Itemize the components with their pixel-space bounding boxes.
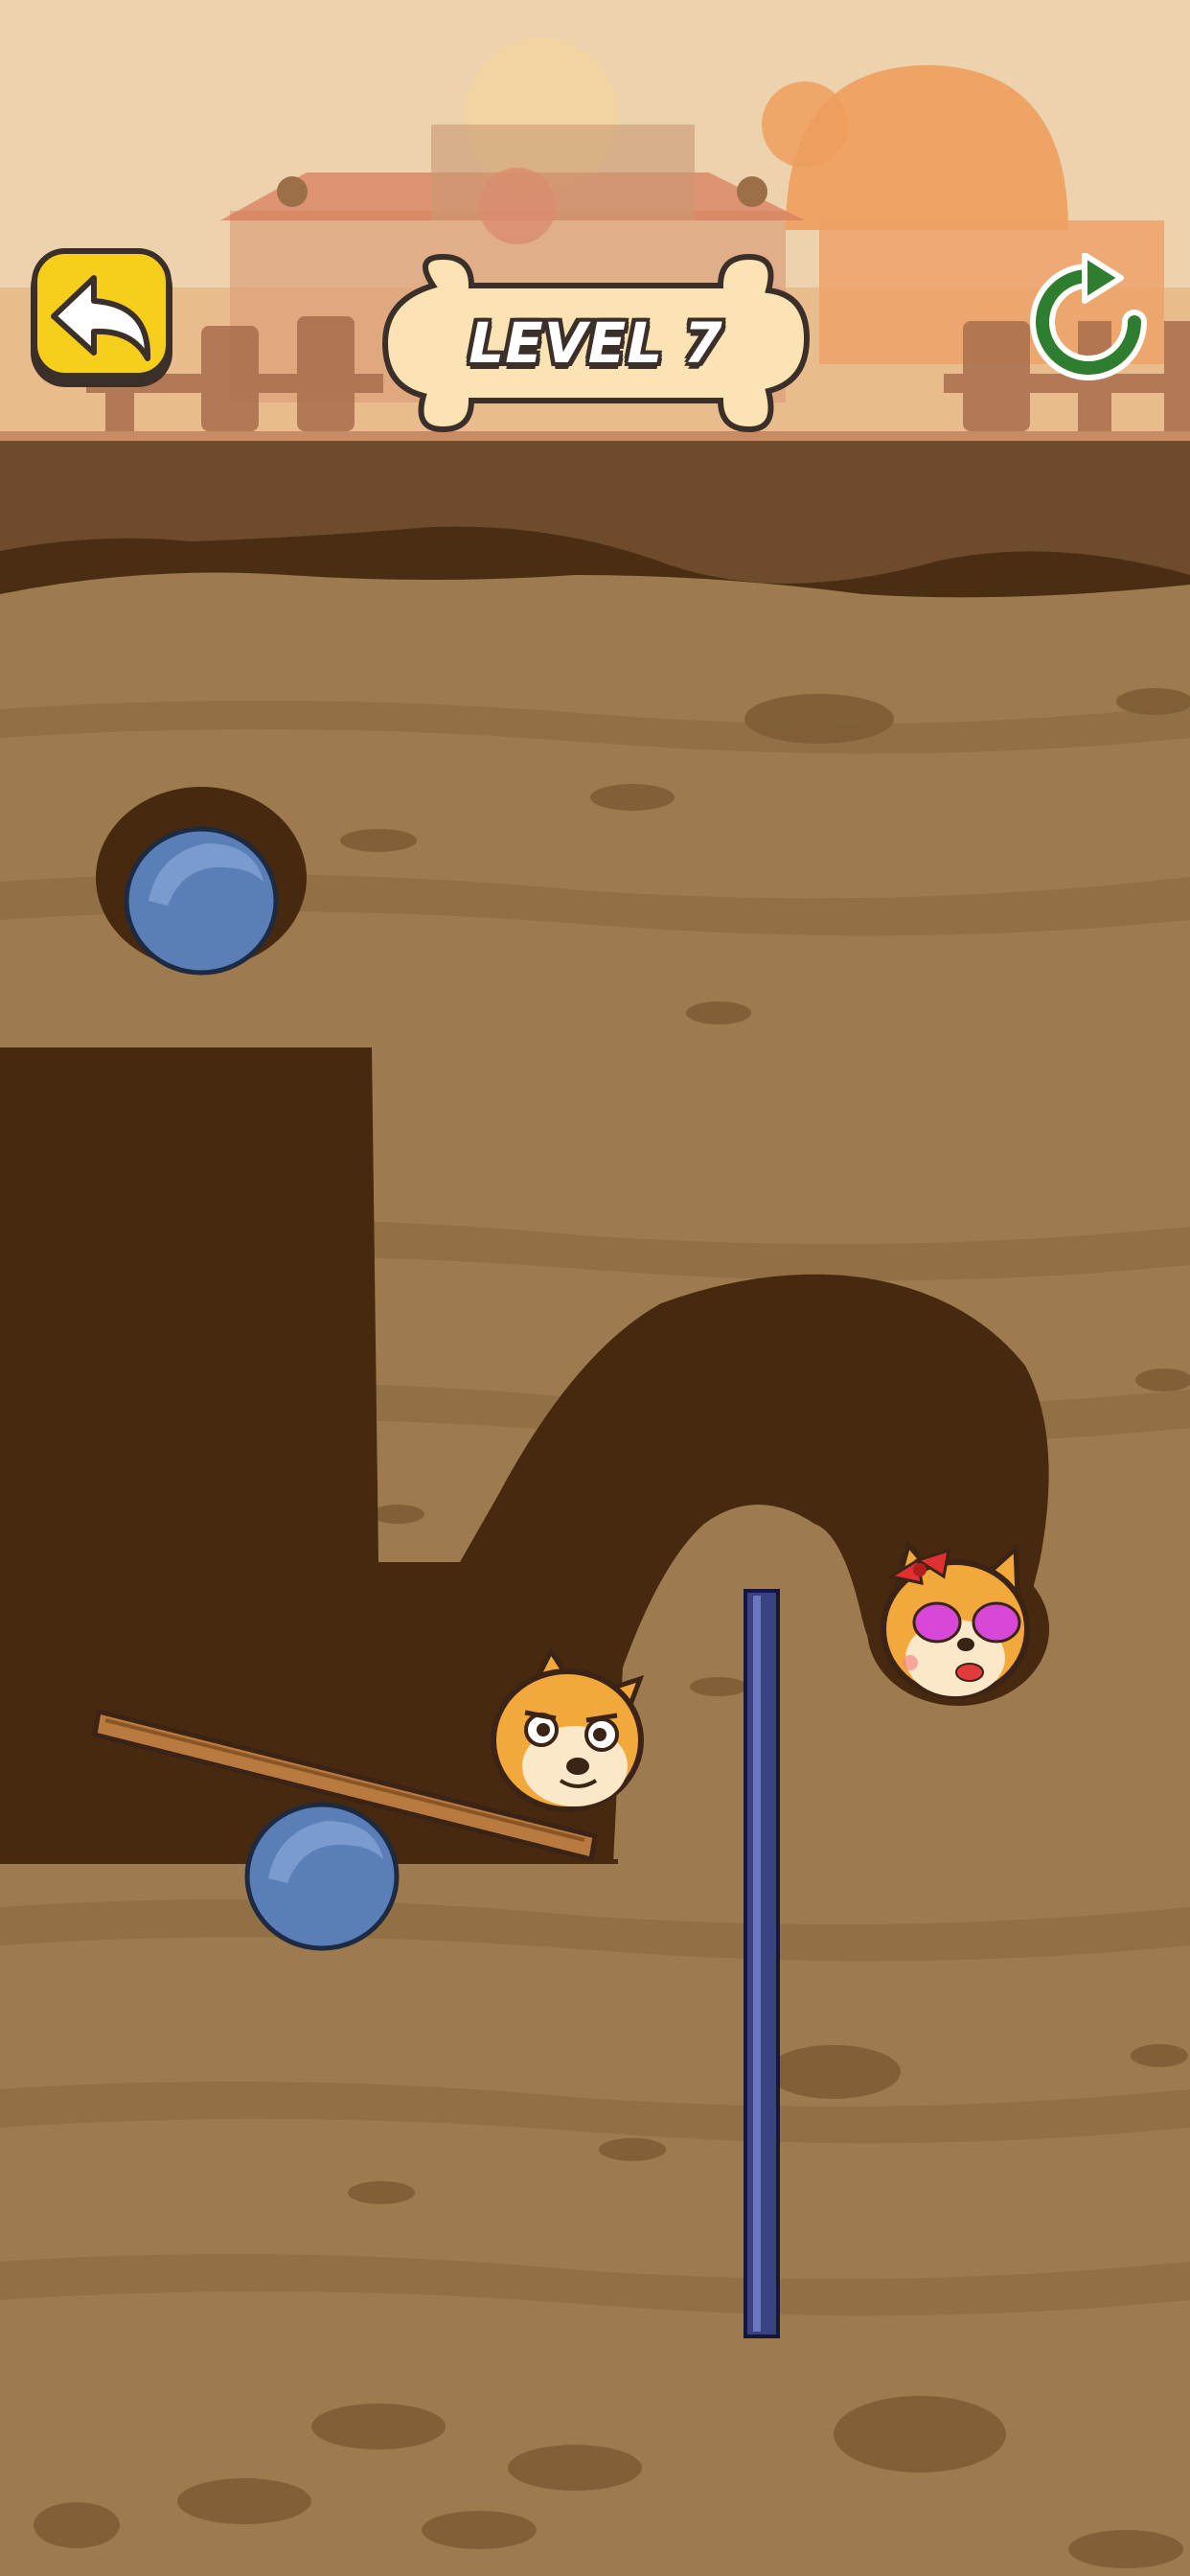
back-button[interactable] (27, 247, 176, 393)
boulder-top (124, 826, 279, 976)
restart-button[interactable] (1029, 252, 1148, 387)
bone-icon (381, 253, 811, 433)
ground-surface (0, 441, 1190, 671)
level-banner: LEVEL 7 (376, 247, 816, 439)
metal-pin[interactable] (744, 1589, 780, 2338)
girlfriend-dog-character (881, 1539, 1030, 1699)
boulder-bottom (244, 1802, 400, 1951)
refresh-icon (1030, 252, 1147, 380)
undo-arrow-icon (31, 248, 172, 387)
